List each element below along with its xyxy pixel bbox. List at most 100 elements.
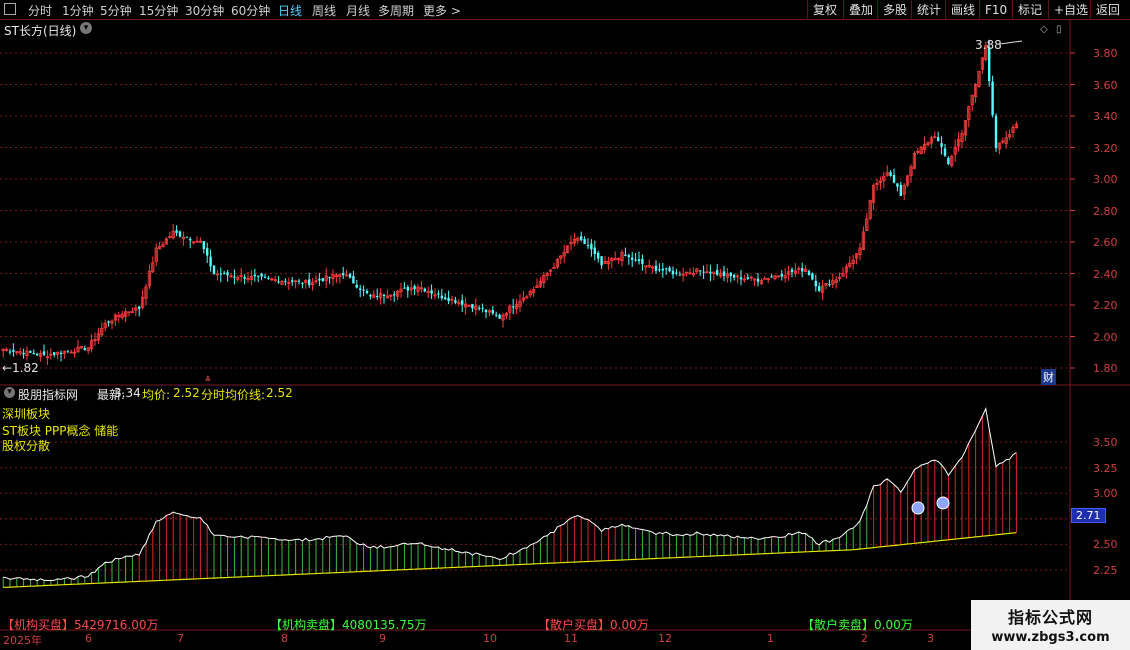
y-tick: 3.20 [1093, 142, 1118, 155]
candle-body [484, 309, 488, 313]
tab-1min[interactable]: 1分钟 [62, 2, 94, 19]
candle-body [53, 352, 56, 355]
candle-body [671, 270, 675, 275]
candle-body [342, 273, 345, 276]
candle-body [947, 157, 950, 165]
info-line: 深圳板块 [2, 407, 51, 421]
candle-body [362, 289, 365, 291]
candle-body [461, 300, 464, 305]
watermark-title: 指标公式网 [1007, 608, 1093, 627]
stock-title: ST长方(日线) [4, 24, 77, 38]
candle-body [291, 280, 294, 282]
inst-sell-label: 【机构卖盘】4080135.75万 [270, 618, 427, 632]
tab-fenshi[interactable]: 分时 [28, 2, 52, 19]
avg-label: 均价: [142, 388, 171, 402]
scroll-icon[interactable]: ▯ [1056, 24, 1062, 35]
stats-button[interactable]: 统计 [911, 0, 945, 20]
candle-body [702, 271, 705, 273]
candle-body [988, 47, 991, 82]
candle-body [348, 273, 352, 278]
mark-button[interactable]: 标记 [1012, 0, 1048, 20]
draw-line-button[interactable]: 画线 [945, 0, 979, 20]
candle-body [267, 277, 270, 279]
candle-body [318, 278, 321, 281]
overlay-button[interactable]: 叠加 [843, 0, 877, 20]
tab-weekly[interactable]: 周线 [312, 2, 336, 19]
tab-15min[interactable]: 15分钟 [139, 2, 178, 19]
candle-body [746, 277, 749, 280]
candle-body [495, 314, 498, 316]
finance-badge[interactable]: 财 [1041, 369, 1056, 385]
add-watchlist-button[interactable]: +自选 [1048, 0, 1090, 20]
candle-body [22, 352, 25, 355]
candle-body [32, 352, 35, 355]
candle-body [780, 274, 783, 277]
ind-y-tick: 3.50 [1093, 436, 1118, 449]
y-tick: 2.00 [1093, 331, 1118, 344]
candle-body [454, 300, 457, 303]
candle-body [940, 143, 943, 147]
candle-body [756, 278, 760, 282]
candle-body [297, 280, 301, 282]
candle-body [937, 137, 940, 142]
candle-body [277, 281, 280, 283]
candle-body [206, 248, 209, 256]
indicator-chevron-icon[interactable]: ▾ [4, 387, 15, 398]
ind-y-tick: 2.25 [1093, 564, 1118, 577]
candle-body [437, 293, 440, 295]
window-icon[interactable] [4, 3, 16, 15]
chevron-down-icon[interactable]: ▾ [80, 22, 92, 34]
candle-body [321, 278, 324, 282]
candle-body [627, 255, 630, 258]
tab-60min[interactable]: 60分钟 [231, 2, 270, 19]
chart-canvas[interactable] [0, 0, 1130, 650]
f10-button[interactable]: F10 [979, 0, 1012, 20]
tab-multi-period[interactable]: 多周期 [378, 2, 414, 19]
multi-stock-button[interactable]: 多股 [877, 0, 911, 20]
candle-body [202, 241, 205, 250]
event-marker-icon[interactable]: ⩓ [205, 373, 211, 384]
candle-body [403, 287, 406, 289]
candle-body [257, 275, 260, 277]
tab-monthly[interactable]: 月线 [346, 2, 370, 19]
candle-body [185, 236, 188, 238]
candlestick-series [1, 39, 1019, 365]
indicator-avg-line [3, 532, 1017, 588]
candle-body [678, 274, 681, 276]
y-tick: 2.40 [1093, 268, 1118, 281]
tab-more[interactable]: 更多 > [423, 2, 461, 19]
y-tick: 3.00 [1093, 173, 1118, 186]
tab-30min[interactable]: 30分钟 [185, 2, 224, 19]
candle-body [624, 254, 627, 256]
candle-body [481, 307, 484, 309]
candle-body [699, 270, 702, 272]
fuquan-button[interactable]: 复权 [807, 0, 843, 20]
tab-5min[interactable]: 5分钟 [100, 2, 132, 19]
candle-body [393, 294, 396, 296]
y-tick: 2.60 [1093, 236, 1118, 249]
diamond-icon[interactable]: ◇ [1040, 24, 1048, 35]
candle-body [668, 267, 671, 272]
candle-body [355, 284, 358, 288]
sad-face-icon [911, 501, 925, 515]
candle-body [814, 280, 817, 287]
candle-body [83, 348, 86, 350]
candle-body [471, 304, 474, 309]
candle-body [665, 268, 668, 270]
candle-body [770, 276, 773, 278]
candle-body [641, 259, 644, 265]
candle-body [899, 184, 902, 196]
candle-body [729, 272, 732, 277]
y-tick: 2.80 [1093, 205, 1118, 218]
indicator-white-line [3, 407, 1017, 582]
candle-body [138, 306, 141, 309]
watermark-url: www.zbgs3.com [991, 630, 1110, 645]
tab-daily[interactable]: 日线 [278, 2, 302, 19]
watermark: 指标公式网 www.zbgs3.com [971, 600, 1130, 650]
indicator-lines [3, 407, 1017, 588]
y-tick: 2.20 [1093, 299, 1118, 312]
y-tick: 3.40 [1093, 110, 1118, 123]
low-price-label: 1.82 [12, 361, 39, 375]
candle-body [801, 268, 804, 272]
back-button[interactable]: 返回 [1090, 0, 1130, 20]
